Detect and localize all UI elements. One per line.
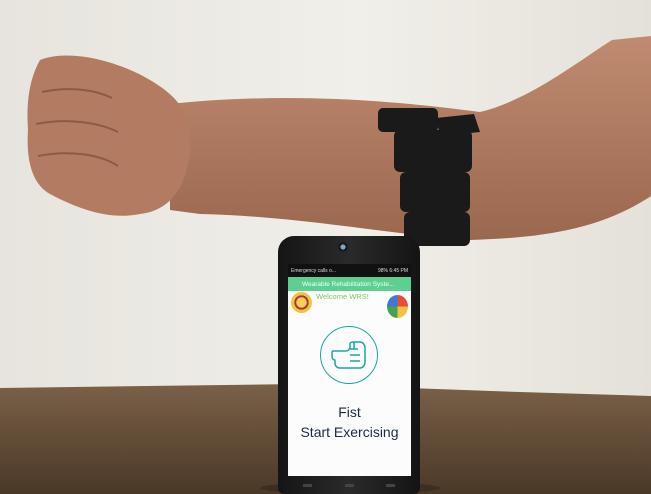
status-bar: Emergency calls o... 98% 6:45 PM xyxy=(288,264,411,277)
app-title-bar: Wearable Rehabilitation Syste... xyxy=(288,277,411,291)
university-logo xyxy=(291,292,312,313)
recents-icon[interactable] xyxy=(386,484,395,487)
smartphone: Emergency calls o... 98% 6:45 PM Wearabl… xyxy=(278,236,420,494)
start-exercising-button[interactable]: Start Exercising xyxy=(288,424,411,440)
home-icon[interactable] xyxy=(344,484,354,487)
gesture-label: Fist xyxy=(338,404,361,420)
app-logo xyxy=(387,295,408,318)
fist-icon xyxy=(331,341,366,369)
phone-screen: Emergency calls o... 98% 6:45 PM Wearabl… xyxy=(288,264,411,476)
app-title: Wearable Rehabilitation Syste... xyxy=(302,280,395,288)
status-right-text: 98% 6:45 PM xyxy=(377,267,408,274)
back-icon[interactable] xyxy=(303,484,312,487)
gesture-button[interactable] xyxy=(320,326,378,384)
photo: Emergency calls o... 98% 6:45 PM Wearabl… xyxy=(0,0,651,494)
carrier-logo xyxy=(338,242,348,252)
welcome-row: Welcome WRS! xyxy=(288,291,411,319)
welcome-text: Welcome WRS! xyxy=(316,292,369,301)
status-left-text: Emergency calls o... xyxy=(291,267,337,274)
nav-buttons xyxy=(303,484,395,487)
